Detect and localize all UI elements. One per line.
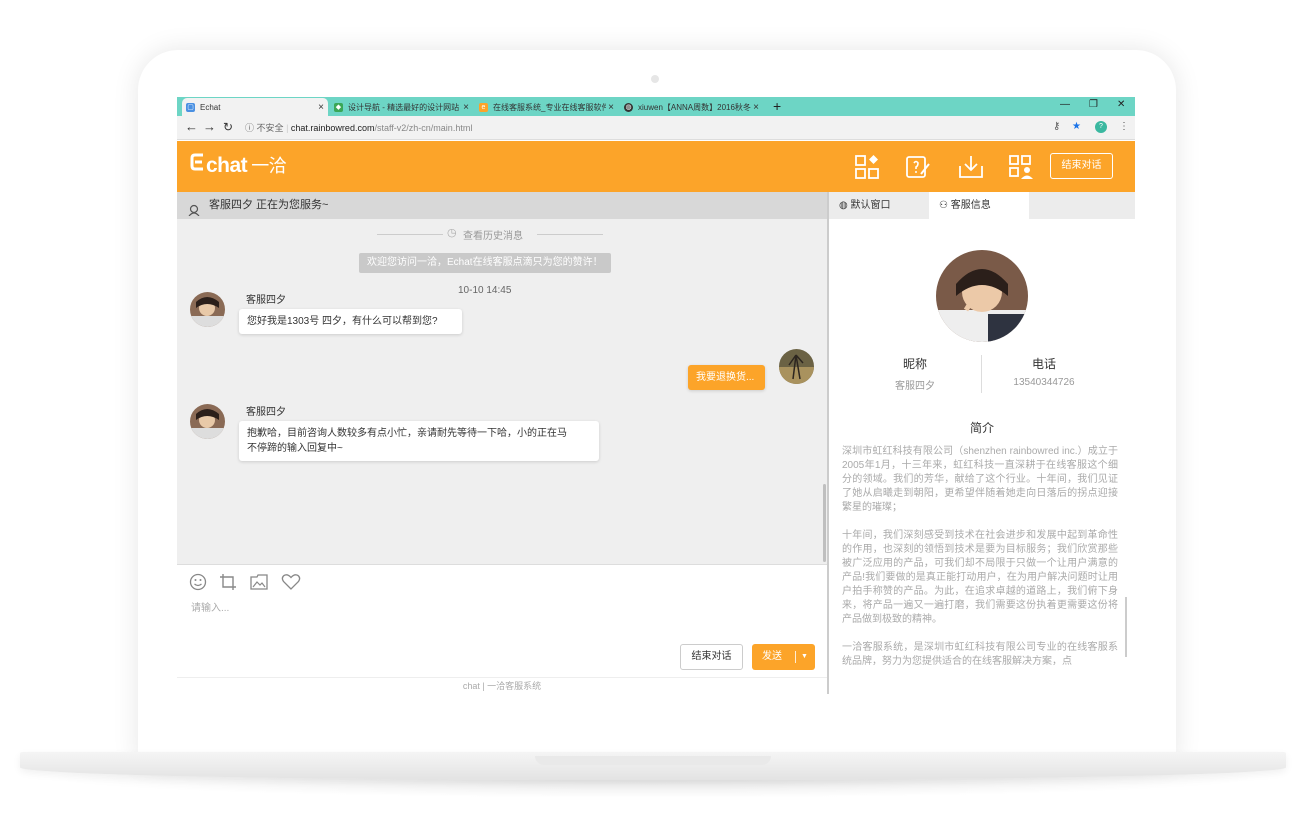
crop-screenshot-icon[interactable]: [219, 573, 237, 591]
close-tab-icon[interactable]: ×: [463, 102, 469, 113]
intro-text: 深圳市虹红科技有限公司（shenzhen rainbowred inc.）成立于…: [842, 445, 1118, 683]
divider: [537, 234, 603, 235]
close-tab-icon[interactable]: ×: [608, 102, 614, 113]
apps-grid-icon[interactable]: [854, 154, 880, 180]
tab-agent-info[interactable]: ⚇ 客服信息: [929, 192, 1029, 219]
message-bubble: 抱歉哈，目前咨询人数较多有点小忙，亲请耐先等待一下哈，小的正在马 不停蹄的输入回…: [239, 421, 599, 461]
divider: [981, 355, 982, 393]
menu-dots-icon[interactable]: ⋮: [1119, 121, 1129, 133]
app-header: chat 一洽 结束对话: [177, 141, 1135, 192]
info-icon: ⓘ: [245, 123, 255, 133]
url-field[interactable]: ⓘ 不安全 | chat.rainbowred.com/staff-v2/zh-…: [245, 121, 472, 134]
globe-icon: ◍: [839, 200, 848, 211]
back-icon[interactable]: ←: [185, 120, 198, 134]
end-chat-button[interactable]: 结束对话: [680, 644, 743, 670]
history-clock-icon: ◷: [447, 227, 457, 239]
intro-paragraph: 深圳市虹红科技有限公司（shenzhen rainbowred inc.）成立于…: [842, 446, 1118, 513]
my-message-bubble: 我要退换货...: [688, 365, 765, 390]
minimize-button[interactable]: —: [1060, 99, 1070, 110]
address-bar: ← → ↻ ⓘ 不安全 | chat.rainbowred.com/staff-…: [177, 116, 1135, 140]
echat-logo: chat 一洽: [190, 152, 287, 178]
footer: chat | 一洽客服系统: [177, 677, 827, 694]
laptop-camera: [651, 75, 659, 83]
echat-favicon-icon: ▢: [186, 102, 195, 112]
sidebar-tabs: ◍ 默认窗口 ⚇ 客服信息: [829, 192, 1135, 219]
sender-name: 客服四夕: [246, 407, 286, 418]
design-nav-favicon-icon: ◆: [334, 102, 343, 112]
end-conversation-button[interactable]: 结束对话: [1050, 153, 1113, 179]
agent-icon: ⚇: [939, 200, 948, 211]
new-tab-button[interactable]: +: [773, 98, 781, 114]
history-link[interactable]: ◷ 查看历史消息: [377, 227, 627, 242]
tab-default-window[interactable]: ◍ 默认窗口: [829, 192, 927, 219]
browser-tab-bar: ▢ Echat × ◆ 设计导航 - 精选最好的设计网站 × e 在线客服系统_…: [177, 97, 1135, 116]
message-line: 抱歉哈，目前咨询人数较多有点小忙，亲请耐先等待一下哈，小的正在马: [247, 428, 567, 439]
image-upload-icon[interactable]: [250, 573, 268, 591]
restore-button[interactable]: ❐: [1089, 99, 1098, 110]
intro-heading: 简介: [969, 421, 994, 435]
send-options-caret-icon[interactable]: ▼: [801, 644, 808, 670]
send-button[interactable]: 发送 ▼: [752, 644, 815, 670]
chat-messages: ◷ 查看历史消息 欢迎您访问一洽，Echat在线客服点滴只为您的赞许！ 10-1…: [177, 219, 827, 564]
intro-paragraph: 十年间，我们深刻感受到技术在社会进步和发展中起到革命性的作用，也深刻的领悟到技术…: [842, 530, 1118, 625]
sender-name: 客服四夕: [246, 295, 286, 306]
emoji-icon[interactable]: [189, 573, 207, 591]
download-icon[interactable]: [958, 154, 984, 180]
phone-value: 13540344726: [1013, 377, 1075, 388]
message-input[interactable]: 请输入...: [191, 599, 229, 614]
browser-tab-echat[interactable]: ▢ Echat ×: [182, 98, 328, 116]
phone-label: 电话: [1031, 357, 1056, 371]
echat-orange-favicon-icon: e: [479, 102, 488, 112]
edit-note-icon[interactable]: [905, 154, 931, 180]
globe-favicon-icon: ◍: [624, 102, 633, 112]
bookmark-star-icon[interactable]: ★: [1072, 121, 1081, 133]
agent-avatar: [190, 292, 225, 327]
page: ▢ Echat × ◆ 设计导航 - 精选最好的设计网站 × e 在线客服系统_…: [0, 0, 1306, 823]
intro-scrollbar[interactable]: [1125, 597, 1127, 657]
timestamp: 10-10 14:45: [458, 285, 512, 296]
qr-user-icon[interactable]: [1008, 154, 1034, 180]
laptop-notch: [535, 756, 771, 765]
close-window-button[interactable]: ✕: [1117, 99, 1125, 110]
profile-avatar[interactable]: ?: [1095, 121, 1107, 133]
heart-rating-icon[interactable]: [281, 573, 301, 591]
message-composer: 请输入... 结束对话 发送 ▼: [177, 564, 827, 677]
browser-tab-design-nav[interactable]: ◆ 设计导航 - 精选最好的设计网站 ×: [330, 98, 473, 116]
close-tab-icon[interactable]: ×: [753, 102, 759, 113]
chat-status-bar: 客服四夕 正在为您服务~: [177, 192, 827, 219]
browser-tab-online-service[interactable]: e 在线客服系统_专业在线客服软件 ×: [475, 98, 618, 116]
nickname-label: 昵称: [902, 357, 927, 371]
browser-tab-xiuwen[interactable]: ◍ xiuwen【ANNA周数】2016秋冬 ×: [620, 98, 763, 116]
intro-paragraph: 一洽客服系统，是深圳市虹红科技有限公司专业的在线客服系统品牌，努力为您提供适合的…: [842, 642, 1118, 667]
agent-photo: [936, 250, 1028, 342]
agent-info-panel: 昵称 客服四夕 电话 13540344726 简介 深圳市虹红科技有限公司（sh…: [829, 219, 1135, 694]
screen: ▢ Echat × ◆ 设计导航 - 精选最好的设计网站 × e 在线客服系统_…: [177, 97, 1135, 694]
forward-icon[interactable]: →: [203, 120, 216, 134]
echat-small-logo: chat: [462, 681, 480, 691]
divider: [377, 234, 443, 235]
chat-scrollbar[interactable]: [823, 484, 826, 562]
echat-e-logo-icon: [190, 152, 206, 178]
key-icon[interactable]: ⚷: [1053, 121, 1060, 133]
message-bubble: 您好我是1303号 四夕，有什么可以帮到您?: [239, 309, 462, 334]
message-line: 不停蹄的输入回复中~: [247, 443, 343, 454]
close-tab-icon[interactable]: ×: [318, 102, 324, 113]
reload-icon[interactable]: ↻: [223, 120, 233, 134]
system-message: 欢迎您访问一洽，Echat在线客服点滴只为您的赞许！: [359, 253, 611, 273]
divider: [795, 651, 796, 663]
agent-avatar: [190, 404, 225, 439]
nickname-value: 客服四夕: [895, 381, 935, 392]
my-avatar: [779, 349, 814, 384]
